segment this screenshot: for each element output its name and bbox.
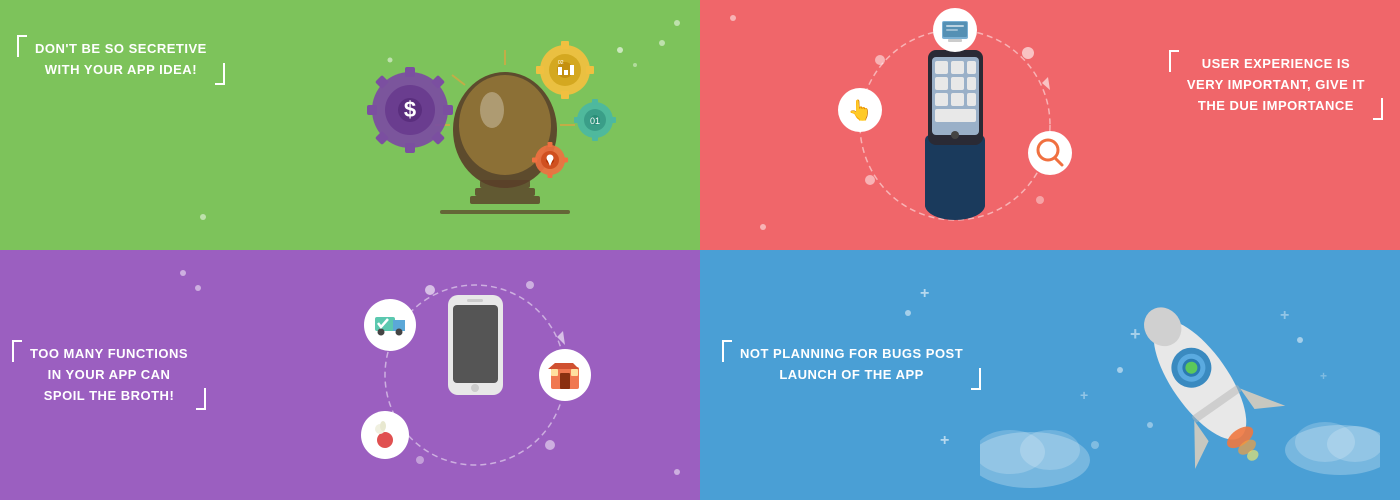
svg-text:$: $ xyxy=(404,97,416,122)
deco-dot-2 xyxy=(659,40,665,46)
svg-text:+: + xyxy=(1130,324,1141,344)
rocket-illustration: + + + + xyxy=(980,260,1380,500)
phone-delivery-illustration xyxy=(310,255,640,495)
panel-purple: TOO MANY FUNCTIONS IN YOUR APP CAN SPOIL… xyxy=(0,250,700,500)
deco-dot-6 xyxy=(180,270,186,276)
phone-orbit-illustration: 👆 xyxy=(780,5,1130,245)
lightbulb-illustration: $ 02 xyxy=(350,10,660,240)
deco-dot-3 xyxy=(200,214,206,220)
deco-dot-4 xyxy=(730,15,736,21)
deco-plus-2: + xyxy=(940,432,949,450)
panel4-text: NOT PLANNING FOR BUGS POST LAUNCH OF THE… xyxy=(730,340,973,390)
main-grid: DON'T BE SO SECRETIVE WITH YOUR APP IDEA… xyxy=(0,0,1400,500)
deco-dot-5 xyxy=(760,224,766,230)
svg-text:+: + xyxy=(1320,369,1327,383)
panel-red: USER EXPERIENCE IS VERY IMPORTANT, GIVE … xyxy=(700,0,1400,250)
svg-text:+: + xyxy=(1080,387,1088,403)
deco-plus-1: + xyxy=(920,285,929,303)
deco-dot-7 xyxy=(195,285,201,291)
svg-text:01: 01 xyxy=(590,116,600,126)
panel-green: DON'T BE SO SECRETIVE WITH YOUR APP IDEA… xyxy=(0,0,700,250)
svg-text:02: 02 xyxy=(558,60,564,66)
deco-dot-8 xyxy=(674,469,680,475)
deco-dot-9 xyxy=(905,310,911,316)
panel2-text: USER EXPERIENCE IS VERY IMPORTANT, GIVE … xyxy=(1177,50,1375,120)
panel3-text: TOO MANY FUNCTIONS IN YOUR APP CAN SPOIL… xyxy=(20,340,198,410)
panel1-text: DON'T BE SO SECRETIVE WITH YOUR APP IDEA… xyxy=(25,35,217,85)
panel-blue: NOT PLANNING FOR BUGS POST LAUNCH OF THE… xyxy=(700,250,1400,500)
svg-text:👆: 👆 xyxy=(848,98,873,122)
svg-text:+: + xyxy=(1280,307,1289,324)
deco-dot-1 xyxy=(674,20,680,26)
